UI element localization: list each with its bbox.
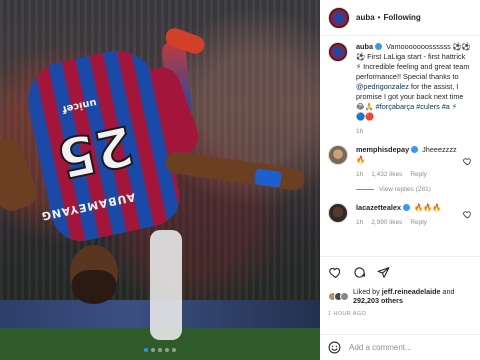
wristband [254,168,282,188]
caption-text: auba Vamooooooossssss ⚽⚽⚽ First LaLiga s… [356,42,472,122]
post-side-panel: auba • Following auba Vamooooooossssss ⚽… [320,0,480,360]
carousel-dot[interactable] [172,348,176,352]
commenter-username[interactable]: memphisdepay [356,145,409,154]
reply-button[interactable]: Reply [410,219,427,226]
liked-by-count[interactable]: 292,203 others [353,296,403,305]
replies-line [356,189,374,190]
post-time-ago[interactable]: 1 HOUR AGO [328,311,472,317]
carousel-dot[interactable] [165,348,169,352]
view-replies-label[interactable]: View replies (281) [379,186,431,193]
commenter-avatar[interactable] [328,203,348,223]
carousel-dot[interactable] [151,348,155,352]
post-header: auba • Following [320,0,480,36]
carousel-dot[interactable] [144,348,148,352]
reply-button[interactable]: Reply [410,171,427,178]
carousel-dots [0,348,320,352]
caption-text-part: Vamooooooossssss ⚽⚽⚽ First LaLiga start … [356,42,472,81]
comment-likes[interactable]: 1,432 likes [371,171,402,178]
verified-badge-icon [375,43,383,50]
commenter-avatar[interactable] [328,145,348,165]
like-heart-icon[interactable] [328,265,342,279]
comment-time[interactable]: 1h [356,219,363,226]
author-avatar[interactable] [328,42,348,62]
post-actions: Liked by jeff.reineadelaide and 292,203 … [320,256,480,317]
share-paper-plane-icon[interactable] [376,265,390,279]
liked-by-prefix: Liked by [353,287,382,296]
comment-item: lacazettealex 🔥🔥🔥 1h 2,990 likes Reply [328,203,472,226]
view-replies-button[interactable]: View replies (281) [356,186,472,193]
liked-by: Liked by jeff.reineadelaide and 292,203 … [328,287,472,305]
player-backflip: unicef 25 AUBAMEYANG [0,0,320,360]
action-icons-row [328,263,472,281]
player-arm-left [0,135,41,215]
comment-text: memphisdepay Jheeezzzz 🔥 [356,145,459,165]
header-separator: • [377,13,381,22]
player-hand [282,168,304,188]
commenter-username[interactable]: lacazettealex [356,203,401,212]
comment-text-content: 🔥🔥🔥 [414,203,442,212]
caption-text-part: 🔵🔴 [356,112,375,121]
carousel-dot[interactable] [158,348,162,352]
comment-like-heart-icon[interactable] [463,157,472,166]
liked-by-text: Liked by jeff.reineadelaide and 292,203 … [353,287,472,305]
liked-by-middle: and [440,287,455,296]
caption-meta: 1h [356,128,472,135]
comment-like-heart-icon[interactable] [463,210,472,219]
liker-avatar [340,291,349,301]
emoji-smiley-icon[interactable] [328,341,341,354]
comment-meta: 1h 1,432 likes Reply [356,171,459,178]
add-comment-input[interactable]: Add a comment... [349,343,412,352]
following-button[interactable]: Following [383,13,420,22]
comments-list: auba Vamooooooossssss ⚽⚽⚽ First LaLiga s… [320,36,480,256]
player-hair [72,270,116,304]
comment-meta: 1h 2,990 likes Reply [356,219,459,226]
hashtag-link[interactable]: #forçabarça #culers #a ⚡ [376,102,457,111]
comment-likes[interactable]: 2,990 likes [371,219,402,226]
liked-by-user[interactable]: jeff.reineadelaide [382,287,441,296]
verified-badge-icon [411,146,419,153]
post-photo[interactable]: unicef 25 AUBAMEYANG [0,0,320,360]
comment-text: lacazettealex 🔥🔥🔥 [356,203,459,213]
liker-avatars [328,291,349,301]
caption-username[interactable]: auba [356,42,373,51]
add-comment-bar: Add a comment... [320,334,480,360]
verified-badge-icon [403,204,411,211]
caption-time[interactable]: 1h [356,128,363,135]
opponent-player [150,230,182,340]
author-username[interactable]: auba [356,13,375,22]
caption: auba Vamooooooossssss ⚽⚽⚽ First LaLiga s… [328,42,472,135]
comment-bubble-icon[interactable] [352,265,366,279]
author-avatar[interactable] [328,6,350,29]
comment-time[interactable]: 1h [356,171,363,178]
mention-link[interactable]: @pedrigonzalez [356,82,409,91]
comment-item: memphisdepay Jheeezzzz 🔥 1h 1,432 likes … [328,145,472,178]
